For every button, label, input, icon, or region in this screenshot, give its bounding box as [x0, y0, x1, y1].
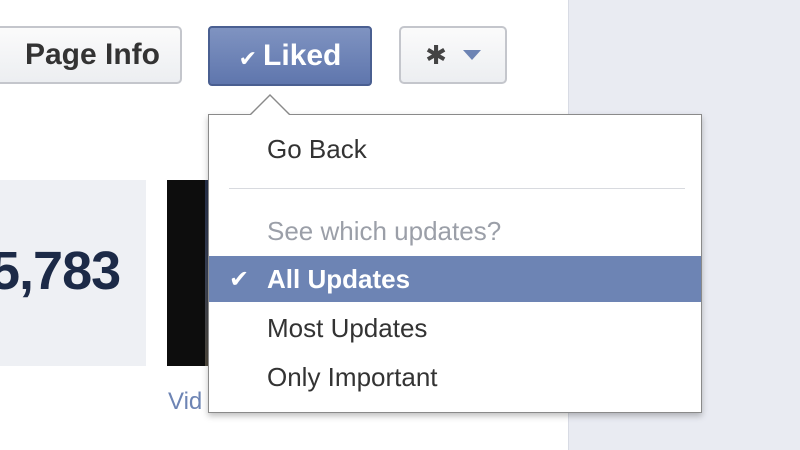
chevron-down-icon — [462, 50, 481, 60]
menu-section-header: See which updates? — [209, 211, 701, 251]
menu-item-label: Only Important — [267, 361, 438, 392]
check-icon: ✔ — [238, 46, 258, 71]
liked-label: Liked — [263, 39, 342, 72]
menu-item-all-updates[interactable]: ✔ All Updates — [209, 256, 701, 302]
menu-item-label: Most Updates — [267, 312, 428, 343]
dropdown-pointer-fill — [251, 96, 289, 115]
check-icon: ✔ — [229, 265, 250, 293]
stat-value: 5,783 — [0, 241, 121, 301]
menu-item-label: All Updates — [267, 263, 411, 294]
menu-header-label: See which updates? — [267, 215, 502, 246]
page-info-button[interactable]: Page Info — [0, 26, 182, 84]
video-link[interactable]: Vid — [168, 388, 202, 416]
menu-item-label: Go Back — [267, 133, 367, 164]
page-info-label: Page Info — [24, 38, 160, 71]
menu-item-only-important[interactable]: Only Important — [209, 357, 701, 397]
liked-dropdown-menu: Go Back See which updates? ✔ All Updates… — [208, 114, 702, 413]
menu-divider — [229, 188, 685, 189]
menu-item-go-back[interactable]: Go Back — [209, 129, 701, 169]
settings-dropdown-button[interactable]: ✱ — [399, 26, 507, 84]
liked-button[interactable]: ✔ Liked — [208, 26, 372, 86]
menu-item-most-updates[interactable]: Most Updates — [209, 308, 701, 348]
gear-icon: ✱ — [425, 40, 447, 70]
